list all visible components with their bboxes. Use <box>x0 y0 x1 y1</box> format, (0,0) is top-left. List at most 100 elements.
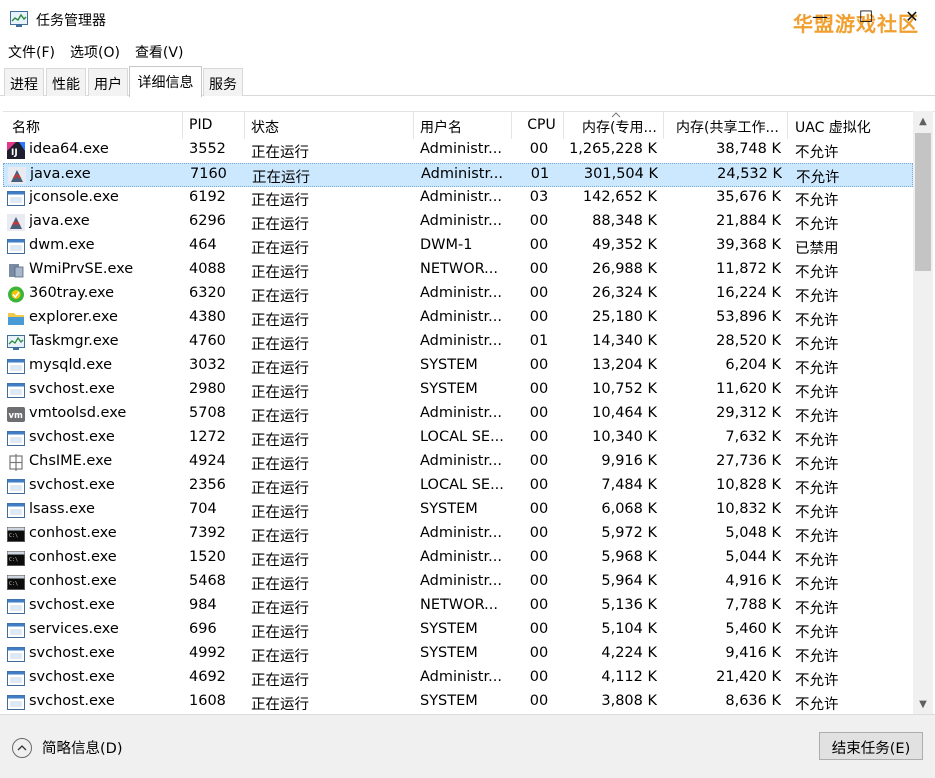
svg-text:C:\: C:\ <box>9 557 18 563</box>
table-row[interactable]: C:\ conhost.exe 1520 正在运行 Administr... 00 5,96… <box>3 547 913 571</box>
process-uac: 不允许 <box>796 170 840 186</box>
window-icon <box>7 622 25 639</box>
process-memory-shared: 10,828 K <box>716 477 781 493</box>
process-memory-private: 5,972 K <box>601 525 657 541</box>
tab-details[interactable]: 详细信息 <box>129 66 202 97</box>
process-status: 正在运行 <box>251 505 309 521</box>
process-uac: 不允许 <box>795 481 839 497</box>
process-uac: 不允许 <box>795 601 839 617</box>
process-name: dwm.exe <box>29 237 95 253</box>
process-status: 正在运行 <box>251 529 309 545</box>
tab-services[interactable]: 服务 <box>203 68 243 96</box>
column-header-status[interactable]: 状态 <box>245 112 414 139</box>
menu-file[interactable]: 文件(F) <box>0 40 62 64</box>
process-name: jconsole.exe <box>29 189 119 205</box>
process-status: 正在运行 <box>251 217 309 233</box>
table-row[interactable]: svchost.exe 2980 正在运行 SYSTEM 00 10,752 K 11,62… <box>3 379 913 403</box>
process-uac: 不允许 <box>795 361 839 377</box>
process-memory-private: 10,752 K <box>592 381 657 397</box>
minimize-button[interactable]: — <box>797 0 843 32</box>
vertical-scrollbar[interactable]: ▲ ▼ <box>913 111 933 714</box>
process-pid: 5708 <box>189 405 226 421</box>
table-row[interactable]: svchost.exe 984 正在运行 NETWOR... 00 5,136 K 7,78… <box>3 595 913 619</box>
window-icon <box>7 670 25 687</box>
table-row[interactable]: mysqld.exe 3032 正在运行 SYSTEM 00 13,204 K 6,204 … <box>3 355 913 379</box>
process-name: svchost.exe <box>29 597 115 613</box>
close-button[interactable]: ✕ <box>889 0 935 32</box>
table-row[interactable]: svchost.exe 1272 正在运行 LOCAL SE... 00 10,340 K… <box>3 427 913 451</box>
process-memory-private: 7,484 K <box>601 477 657 493</box>
column-header-username[interactable]: 用户名 <box>414 112 512 139</box>
process-uac: 不允许 <box>795 193 839 209</box>
table-row[interactable]: svchost.exe 2356 正在运行 LOCAL SE... 00 7,484 K 1… <box>3 475 913 499</box>
maximize-button[interactable]: ☐ <box>843 0 889 32</box>
table-row[interactable]: svchost.exe 4692 正在运行 Administr... 00 4,112 K… <box>3 667 913 691</box>
process-memory-shared: 16,224 K <box>716 285 781 301</box>
process-memory-private: 5,104 K <box>601 621 657 637</box>
scroll-down-icon[interactable]: ▼ <box>913 696 933 714</box>
table-row[interactable]: 360tray.exe 6320 正在运行 Administr... 00 26,324 … <box>3 283 913 307</box>
window-icon <box>7 694 25 711</box>
table-row[interactable]: dwm.exe 464 正在运行 DWM-1 00 49,352 K 39,368 K 已禁用 <box>3 235 913 259</box>
process-username: Administr... <box>420 285 502 301</box>
java-icon <box>8 167 26 184</box>
process-pid: 1608 <box>189 693 226 709</box>
column-header-cpu[interactable]: CPU <box>512 112 564 139</box>
column-header-name[interactable]: 名称 <box>3 112 183 139</box>
process-status: 正在运行 <box>251 553 309 569</box>
taskmgr-icon <box>7 334 25 351</box>
menu-options[interactable]: 选项(O) <box>62 40 127 64</box>
table-row[interactable]: lsass.exe 704 正在运行 SYSTEM 00 6,068 K 10,832 K 不… <box>3 499 913 523</box>
table-row[interactable]: WmiPrvSE.exe 4088 正在运行 NETWOR... 00 26,988 K 1… <box>3 259 913 283</box>
table-row[interactable]: vm vmtoolsd.exe 5708 正在运行 Administr... 00 10,4… <box>3 403 913 427</box>
process-memory-shared: 8,636 K <box>725 693 781 709</box>
scroll-up-icon[interactable]: ▲ <box>913 113 933 131</box>
table-row[interactable]: Taskmgr.exe 4760 正在运行 Administr... 01 14,340 … <box>3 331 913 355</box>
table-row[interactable]: IJ idea64.exe 3552 正在运行 Administr... 00 1,265,… <box>3 139 913 163</box>
process-memory-private: 5,964 K <box>601 573 657 589</box>
svg-text:vm: vm <box>9 411 24 421</box>
tab-users[interactable]: 用户 <box>88 68 128 96</box>
table-row[interactable]: ChsIME.exe 4924 正在运行 Administr... 00 9,916 K 2… <box>3 451 913 475</box>
process-memory-shared: 7,632 K <box>725 429 781 445</box>
process-uac: 不允许 <box>795 625 839 641</box>
column-header-memory-shared[interactable]: 内存(共享工作... <box>664 112 788 139</box>
wmi-icon <box>7 262 25 279</box>
end-task-button[interactable]: 结束任务(E) <box>819 732 923 760</box>
process-status: 正在运行 <box>251 481 309 497</box>
table-row[interactable]: java.exe 6296 正在运行 Administr... 00 88,348 K 21… <box>3 211 913 235</box>
table-row[interactable]: C:\ conhost.exe 5468 正在运行 Administr... 00 5,96… <box>3 571 913 595</box>
process-name: ChsIME.exe <box>29 453 113 469</box>
360-icon <box>7 286 25 303</box>
process-name: idea64.exe <box>29 141 109 157</box>
tab-processes[interactable]: 进程 <box>4 68 44 96</box>
process-cpu: 00 <box>529 693 549 709</box>
process-pid: 6296 <box>189 213 226 229</box>
column-header-uac[interactable]: UAC 虚拟化 <box>788 112 915 139</box>
process-cpu: 00 <box>529 237 549 253</box>
process-cpu: 00 <box>529 357 549 373</box>
window-icon <box>7 646 25 663</box>
ime-icon <box>7 454 25 471</box>
process-memory-private: 142,652 K <box>582 189 657 205</box>
table-row[interactable]: java.exe 7160 正在运行 Administr... 01 301,504 K 2… <box>3 163 913 187</box>
process-uac: 不允许 <box>795 553 839 569</box>
process-cpu: 00 <box>529 261 549 277</box>
table-row[interactable]: svchost.exe 1608 正在运行 SYSTEM 00 3,808 K 8,636 … <box>3 691 913 714</box>
table-row[interactable]: jconsole.exe 6192 正在运行 Administr... 03 142,65… <box>3 187 913 211</box>
table-row[interactable]: svchost.exe 4992 正在运行 SYSTEM 00 4,224 K 9,416 … <box>3 643 913 667</box>
table-row[interactable]: C:\ conhost.exe 7392 正在运行 Administr... 00 5,97… <box>3 523 913 547</box>
menu-view[interactable]: 查看(V) <box>127 40 191 64</box>
process-pid: 2356 <box>189 477 226 493</box>
scroll-thumb[interactable] <box>915 133 931 271</box>
process-cpu: 00 <box>529 645 549 661</box>
process-username: DWM-1 <box>420 237 473 253</box>
fewer-details-button[interactable]: 简略信息(D) <box>12 737 122 758</box>
process-username: Administr... <box>420 525 502 541</box>
table-row[interactable]: explorer.exe 4380 正在运行 Administr... 00 25,180… <box>3 307 913 331</box>
tab-performance[interactable]: 性能 <box>46 68 86 96</box>
table-row[interactable]: services.exe 696 正在运行 SYSTEM 00 5,104 K 5,460 … <box>3 619 913 643</box>
java-icon <box>7 214 25 231</box>
process-pid: 464 <box>189 237 217 253</box>
column-header-pid[interactable]: PID <box>183 112 245 139</box>
